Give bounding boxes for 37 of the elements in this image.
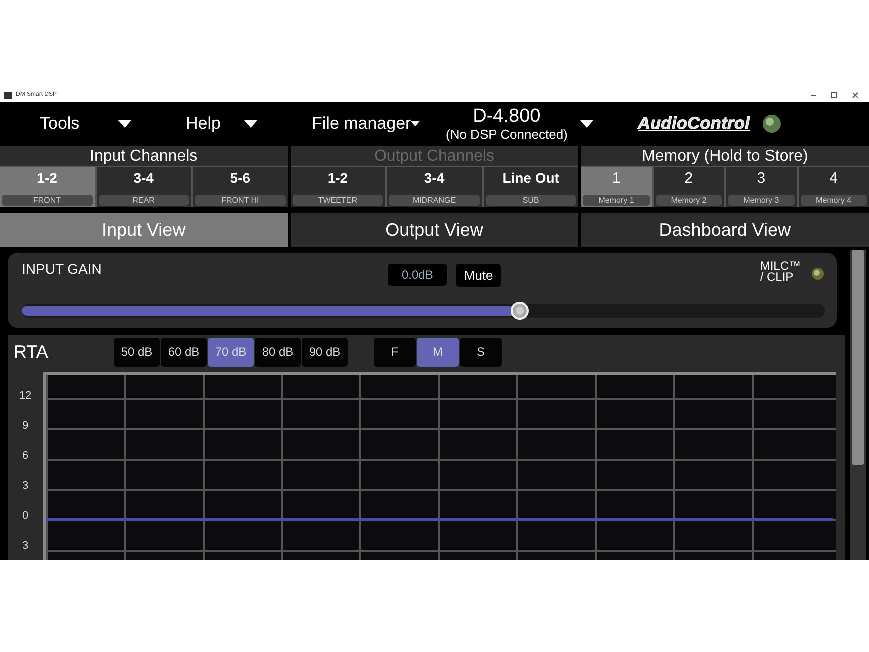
view-tab[interactable]: Output View [290, 213, 578, 247]
mode-button[interactable]: M [417, 338, 459, 366]
gain-label: INPUT GAIN [22, 261, 103, 277]
y-axis-label: 3 [21, 539, 30, 554]
view-tab[interactable]: Dashboard View [581, 213, 869, 247]
logo: AudioControl [638, 114, 750, 134]
group-title: Output Channels [290, 146, 578, 167]
view-tab[interactable]: Input View [0, 213, 288, 247]
y-axis-label: 0 [21, 509, 30, 524]
range-button[interactable]: 60 dB [161, 338, 207, 366]
channel-button[interactable]: 5-6 FRONT HI [193, 167, 288, 207]
menu-button[interactable]: Tools [0, 114, 146, 134]
range-button[interactable]: 90 dB [302, 338, 348, 366]
channel-button[interactable]: 1-2 FRONT [0, 167, 95, 207]
y-axis-label: 12 [18, 389, 33, 404]
memory-button[interactable]: 4 Memory 4 [798, 167, 869, 207]
gain-value: 0.0dB [388, 264, 448, 286]
range-button[interactable]: 80 dB [255, 338, 301, 366]
rta-title: RTA [14, 342, 50, 362]
range-button[interactable]: 50 dB [114, 338, 160, 366]
memory-button[interactable]: 1 Memory 1 [581, 167, 652, 207]
menu-button[interactable]: File manager [272, 114, 434, 134]
menu-button[interactable]: Help [146, 114, 272, 134]
mode-button[interactable]: F [374, 338, 416, 366]
mute-button[interactable]: Mute [456, 264, 502, 287]
channel-button[interactable]: 3-4 REAR [96, 167, 192, 207]
range-button[interactable]: 70 dB [208, 338, 254, 366]
group-title: Input Channels [0, 146, 288, 167]
memory-button[interactable]: 2 Memory 2 [654, 167, 724, 207]
group-title: Memory (Hold to Store) [581, 146, 869, 167]
y-axis-label: 6 [21, 449, 30, 464]
memory-button[interactable]: 3 Memory 3 [726, 167, 797, 207]
y-axis-label: 9 [21, 419, 30, 434]
y-axis-label: 3 [21, 479, 30, 494]
mode-button[interactable]: S [460, 338, 502, 366]
device-selector[interactable]: D-4.800 (No DSP Connected) [434, 106, 624, 142]
clip-label: MILC™ / CLIP [760, 261, 801, 283]
